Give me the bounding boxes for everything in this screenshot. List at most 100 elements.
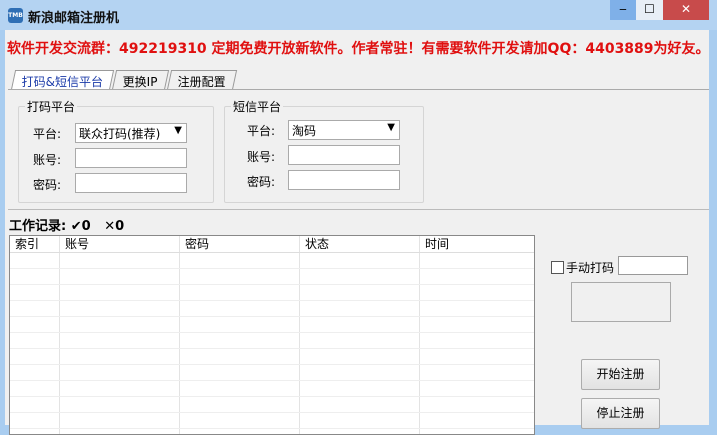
sms-platform-group: 短信平台 平台: 淘码 ▼ 账号: 密码: xyxy=(224,98,424,203)
banner-text: 软件开发交流群：492219310 定期免费开放新软件。作者常驻！有需要软件开发… xyxy=(7,41,710,57)
table-cell xyxy=(420,301,534,316)
table-row xyxy=(10,285,534,301)
table-cell xyxy=(60,365,180,380)
table-cell xyxy=(420,413,534,428)
table-cell xyxy=(300,301,420,316)
table-row xyxy=(10,253,534,269)
tab-register-config[interactable]: 注册配置 xyxy=(167,70,238,90)
sms-password-input[interactable] xyxy=(288,170,400,190)
table-cell xyxy=(420,349,534,364)
table-cell xyxy=(10,381,60,396)
captcha-platform-group: 打码平台 平台: 联众打码(推荐) ▼ 账号: 密码: xyxy=(18,98,214,203)
table-cell xyxy=(180,333,300,348)
table-cell xyxy=(180,381,300,396)
table-cell xyxy=(300,365,420,380)
table-cell xyxy=(10,317,60,332)
stop-register-button[interactable]: 停止注册 xyxy=(581,398,660,429)
table-row xyxy=(10,349,534,365)
table-cell xyxy=(60,253,180,268)
table-row xyxy=(10,317,534,333)
close-button[interactable]: ✕ xyxy=(663,0,709,20)
table-cell xyxy=(180,253,300,268)
table-row xyxy=(10,381,534,397)
tab-change-ip[interactable]: 更换IP xyxy=(112,70,170,90)
table-cell xyxy=(10,365,60,380)
title-bar: TMB 新浪邮箱注册机 ‒ ☐ ✕ xyxy=(0,0,717,30)
minimize-button[interactable]: ‒ xyxy=(610,0,636,20)
table-cell xyxy=(300,269,420,284)
table-cell xyxy=(420,333,534,348)
success-count: ✔0 xyxy=(70,219,91,234)
tab-label: 更换IP xyxy=(123,75,158,89)
table-body xyxy=(10,253,534,434)
tab-label: 打码&短信平台 xyxy=(21,75,104,89)
table-cell xyxy=(420,365,534,380)
table-cell xyxy=(300,349,420,364)
table-row xyxy=(10,269,534,285)
table-cell xyxy=(420,429,534,434)
captcha-image-box xyxy=(571,282,671,322)
manual-captcha-checkbox[interactable]: 手动打码 xyxy=(551,259,614,276)
start-register-button[interactable]: 开始注册 xyxy=(581,359,660,390)
captcha-platform-select[interactable]: 联众打码(推荐) ▼ xyxy=(75,123,187,143)
table-header: 索引 账号 密码 状态 时间 xyxy=(10,236,534,253)
table-cell xyxy=(180,397,300,412)
app-icon: TMB xyxy=(8,8,23,23)
table-row xyxy=(10,397,534,413)
table-cell xyxy=(60,285,180,300)
tab-label: 注册配置 xyxy=(177,75,226,89)
table-cell xyxy=(60,429,180,434)
manual-captcha-input[interactable] xyxy=(618,256,688,275)
table-cell xyxy=(420,253,534,268)
table-cell xyxy=(10,301,60,316)
work-log-table[interactable]: 索引 账号 密码 状态 时间 xyxy=(9,235,535,435)
select-value: 联众打码(推荐) xyxy=(79,127,161,141)
table-cell xyxy=(60,317,180,332)
table-cell xyxy=(180,301,300,316)
table-cell xyxy=(60,381,180,396)
table-cell xyxy=(60,269,180,284)
table-cell xyxy=(10,349,60,364)
platform-label: 平台: xyxy=(33,127,62,141)
table-cell xyxy=(10,285,60,300)
table-cell xyxy=(300,413,420,428)
table-cell xyxy=(300,381,420,396)
column-header-index[interactable]: 索引 xyxy=(10,236,60,252)
window-title: 新浪邮箱注册机 xyxy=(28,11,120,26)
table-cell xyxy=(300,285,420,300)
sms-platform-select[interactable]: 淘码 ▼ xyxy=(288,120,400,140)
table-cell xyxy=(300,397,420,412)
table-row xyxy=(10,365,534,381)
table-cell xyxy=(60,333,180,348)
column-header-account[interactable]: 账号 xyxy=(60,236,180,252)
column-header-status[interactable]: 状态 xyxy=(300,236,420,252)
fail-count: ✕0 xyxy=(104,219,125,234)
work-log-label: 工作记录: xyxy=(9,219,67,234)
column-header-password[interactable]: 密码 xyxy=(180,236,300,252)
table-cell xyxy=(10,397,60,412)
table-cell xyxy=(180,285,300,300)
chevron-down-icon: ▼ xyxy=(174,125,182,136)
table-cell xyxy=(300,317,420,332)
table-cell xyxy=(420,397,534,412)
client-area: 软件开发交流群：492219310 定期免费开放新软件。作者常驻！有需要软件开发… xyxy=(5,30,710,435)
table-row xyxy=(10,413,534,429)
sms-account-input[interactable] xyxy=(288,145,400,165)
table-cell xyxy=(10,413,60,428)
table-cell xyxy=(10,253,60,268)
group-title: 短信平台 xyxy=(231,98,284,115)
tab-bar: 打码&短信平台 更换IP 注册配置 xyxy=(10,70,238,90)
work-log-header: 工作记录: ✔0 ✕0 xyxy=(9,215,124,234)
tab-captcha-sms[interactable]: 打码&短信平台 xyxy=(10,70,115,90)
captcha-password-input[interactable] xyxy=(75,173,187,193)
table-cell xyxy=(180,269,300,284)
table-cell xyxy=(180,365,300,380)
platform-label: 平台: xyxy=(247,124,276,138)
table-cell xyxy=(420,285,534,300)
column-header-time[interactable]: 时间 xyxy=(420,236,534,252)
table-cell xyxy=(60,397,180,412)
table-cell xyxy=(10,269,60,284)
maximize-button[interactable]: ☐ xyxy=(636,0,663,20)
captcha-account-input[interactable] xyxy=(75,148,187,168)
table-cell xyxy=(300,253,420,268)
